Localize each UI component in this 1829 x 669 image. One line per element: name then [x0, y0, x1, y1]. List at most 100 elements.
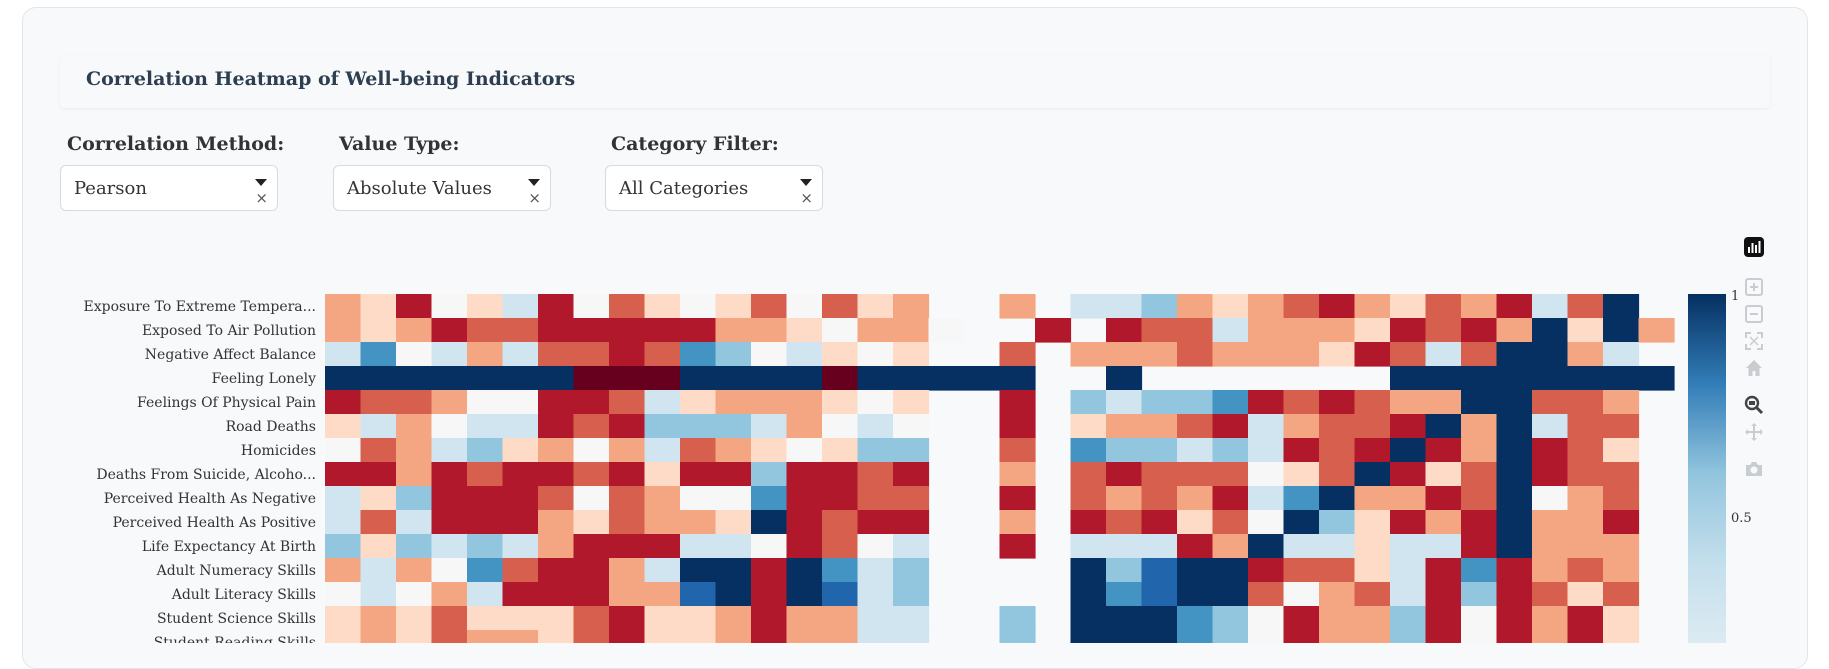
heatmap-cell[interactable]	[325, 438, 362, 463]
heatmap-cell[interactable]	[1283, 630, 1320, 643]
heatmap-cell[interactable]	[1390, 390, 1427, 415]
heatmap-cell[interactable]	[1425, 534, 1462, 559]
heatmap-cell[interactable]	[538, 462, 575, 487]
heatmap-cell[interactable]	[1177, 414, 1214, 439]
heatmap-cell[interactable]	[822, 534, 859, 559]
heatmap-cell[interactable]	[467, 606, 504, 631]
heatmap-cell[interactable]	[786, 582, 823, 607]
heatmap-cell[interactable]	[1354, 582, 1391, 607]
heatmap-cell[interactable]	[999, 438, 1036, 463]
heatmap-cell[interactable]	[502, 630, 539, 643]
heatmap-cell[interactable]	[822, 390, 859, 415]
heatmap-cell[interactable]	[893, 534, 930, 559]
heatmap-cell[interactable]	[573, 342, 610, 367]
heatmap-cell[interactable]	[1461, 606, 1498, 631]
heatmap-cell[interactable]	[751, 582, 788, 607]
heatmap-cell[interactable]	[857, 534, 894, 559]
heatmap-cell[interactable]	[1319, 294, 1356, 319]
heatmap-cell[interactable]	[680, 582, 717, 607]
heatmap-cell[interactable]	[786, 318, 823, 343]
heatmap-cell[interactable]	[325, 366, 362, 391]
heatmap-cell[interactable]	[1248, 462, 1285, 487]
heatmap-cell[interactable]	[1603, 438, 1640, 463]
heatmap-cell[interactable]	[573, 366, 610, 391]
heatmap-cell[interactable]	[1567, 414, 1604, 439]
heatmap-cell[interactable]	[1532, 342, 1569, 367]
heatmap-cell[interactable]	[893, 342, 930, 367]
heatmap-cell[interactable]	[1496, 558, 1533, 583]
heatmap-cell[interactable]	[1319, 558, 1356, 583]
heatmap-cell[interactable]	[1283, 414, 1320, 439]
heatmap-cell[interactable]	[1141, 438, 1178, 463]
heatmap-cell[interactable]	[360, 462, 397, 487]
heatmap-cell[interactable]	[1070, 582, 1107, 607]
heatmap-cell[interactable]	[573, 462, 610, 487]
heatmap-cell[interactable]	[644, 486, 681, 511]
heatmap-cell[interactable]	[1390, 510, 1427, 535]
heatmap-cell[interactable]	[999, 342, 1036, 367]
heatmap-cell[interactable]	[538, 438, 575, 463]
heatmap-cell[interactable]	[644, 414, 681, 439]
heatmap-cell[interactable]	[1283, 486, 1320, 511]
heatmap-cell[interactable]	[786, 462, 823, 487]
heatmap-cell[interactable]	[1070, 630, 1107, 643]
heatmap-cell[interactable]	[786, 438, 823, 463]
heatmap-cell[interactable]	[751, 414, 788, 439]
heatmap-cell[interactable]	[999, 510, 1036, 535]
heatmap-cell[interactable]	[360, 606, 397, 631]
heatmap-cell[interactable]	[1354, 630, 1391, 643]
heatmap-cell[interactable]	[396, 630, 433, 643]
heatmap-cell[interactable]	[1177, 294, 1214, 319]
heatmap-cell[interactable]	[1567, 318, 1604, 343]
heatmap-cell[interactable]	[360, 534, 397, 559]
heatmap-cell[interactable]	[1141, 318, 1178, 343]
heatmap-cell[interactable]	[431, 366, 468, 391]
heatmap-cell[interactable]	[644, 510, 681, 535]
heatmap-cell[interactable]	[893, 462, 930, 487]
heatmap-cell[interactable]	[502, 366, 539, 391]
heatmap-cell[interactable]	[680, 558, 717, 583]
heatmap-cell[interactable]	[538, 582, 575, 607]
heatmap-cell[interactable]	[1603, 414, 1640, 439]
heatmap-cell[interactable]	[1461, 558, 1498, 583]
heatmap-cell[interactable]	[467, 510, 504, 535]
heatmap-cell[interactable]	[1567, 534, 1604, 559]
heatmap-cell[interactable]	[1177, 606, 1214, 631]
heatmap-cell[interactable]	[1390, 582, 1427, 607]
heatmap-cell[interactable]	[1567, 342, 1604, 367]
heatmap-cell[interactable]	[431, 390, 468, 415]
heatmap-cell[interactable]	[1461, 318, 1498, 343]
heatmap-cell[interactable]	[467, 318, 504, 343]
heatmap-cell[interactable]	[1283, 558, 1320, 583]
heatmap-cell[interactable]	[680, 630, 717, 643]
heatmap-cell[interactable]	[1106, 438, 1143, 463]
heatmap-cell[interactable]	[1354, 318, 1391, 343]
heatmap-cell[interactable]	[715, 486, 752, 511]
heatmap-cell[interactable]	[609, 486, 646, 511]
heatmap-cell[interactable]	[467, 558, 504, 583]
heatmap-cell[interactable]	[538, 510, 575, 535]
heatmap-cell[interactable]	[538, 534, 575, 559]
heatmap-cell[interactable]	[573, 414, 610, 439]
heatmap-cell[interactable]	[573, 438, 610, 463]
heatmap-cell[interactable]	[1567, 486, 1604, 511]
heatmap-cell[interactable]	[893, 318, 930, 343]
heatmap-cell[interactable]	[1354, 294, 1391, 319]
heatmap-cell[interactable]	[1354, 390, 1391, 415]
heatmap-cell[interactable]	[786, 558, 823, 583]
heatmap-cell[interactable]	[1283, 294, 1320, 319]
heatmap-cell[interactable]	[538, 606, 575, 631]
heatmap-cell[interactable]	[1461, 438, 1498, 463]
heatmap-cell[interactable]	[715, 630, 752, 643]
heatmap-cell[interactable]	[822, 318, 859, 343]
heatmap-cell[interactable]	[1319, 318, 1356, 343]
heatmap-cell[interactable]	[467, 534, 504, 559]
heatmap-cell[interactable]	[573, 294, 610, 319]
heatmap-cell[interactable]	[396, 294, 433, 319]
heatmap-cell[interactable]	[715, 534, 752, 559]
heatmap-cell[interactable]	[502, 294, 539, 319]
heatmap-cell[interactable]	[1461, 294, 1498, 319]
heatmap-cell[interactable]	[893, 390, 930, 415]
heatmap-cell[interactable]	[1390, 558, 1427, 583]
heatmap-cell[interactable]	[1496, 630, 1533, 643]
